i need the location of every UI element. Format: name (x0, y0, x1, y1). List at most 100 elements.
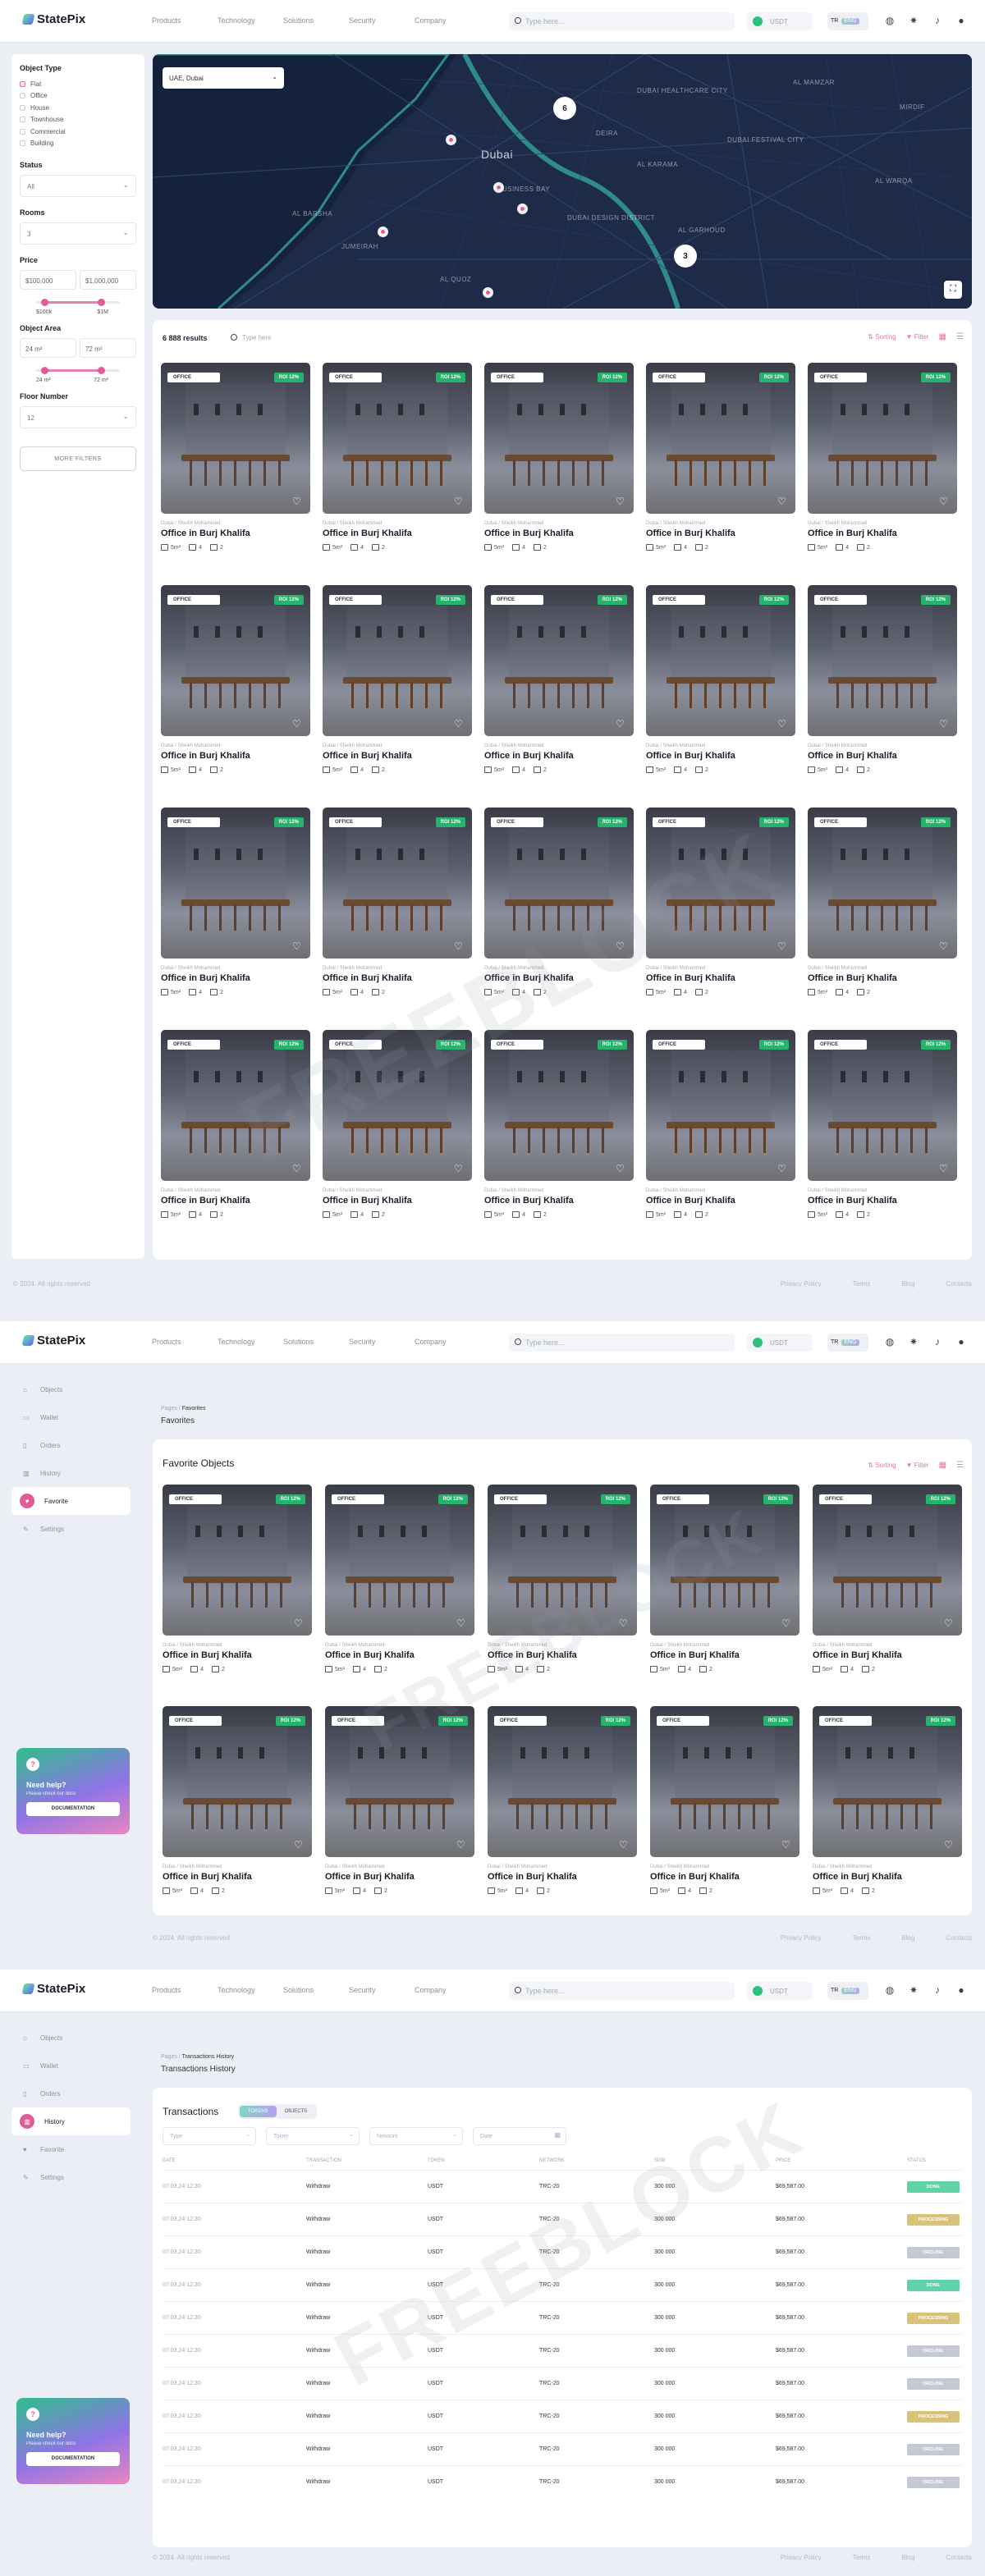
object-image[interactable]: OFFICE ROI 12% ♡ (161, 363, 310, 514)
object-title[interactable]: Office in Burj Khalifa (325, 1872, 475, 1882)
object-image[interactable]: OFFICE ROI 12% ♡ (813, 1706, 962, 1857)
object-title[interactable]: Office in Burj Khalifa (808, 973, 957, 983)
table-row[interactable]: 07.03.24 12:30 Withdraw USDT TRC-20 300 000 $… (163, 2400, 962, 2433)
heart-icon[interactable]: ♡ (781, 1840, 792, 1851)
table-row[interactable]: 07.03.24 12:30 Withdraw USDT TRC-20 300 000 $… (163, 2367, 962, 2400)
map-pin[interactable] (517, 204, 528, 214)
wallet-select[interactable]: USDT (747, 12, 813, 30)
list-view-icon[interactable]: ☰ (956, 332, 964, 341)
object-title[interactable]: Office in Burj Khalifa (650, 1650, 800, 1660)
globe-icon[interactable]: ◍ (883, 1335, 896, 1348)
nav-security[interactable]: Security (349, 1986, 415, 1994)
object-title[interactable]: Office in Burj Khalifa (488, 1872, 638, 1882)
sidebar-item-orders[interactable]: ▯ Orders (11, 2080, 131, 2107)
gear-icon[interactable]: ✷ (907, 14, 920, 27)
listing-search-input[interactable]: Type here (231, 334, 272, 341)
object-title[interactable]: Office in Burj Khalifa (646, 973, 795, 983)
nav-company[interactable]: Company (415, 1986, 480, 1994)
bell-icon[interactable]: ♪ (931, 14, 944, 27)
nav-company[interactable]: Company (415, 1338, 480, 1346)
object-card[interactable]: OFFICE ROI 12% ♡ Dubai / Sheikh Mohammed Off… (808, 1030, 957, 1252)
object-title[interactable]: Office in Burj Khalifa (484, 1196, 634, 1206)
object-card[interactable]: OFFICE ROI 12% ♡ Dubai / Sheikh Mohammed Off… (646, 1030, 795, 1252)
gear-icon[interactable]: ✷ (907, 1983, 920, 1997)
object-title[interactable]: Office in Burj Khalifa (323, 751, 472, 761)
floor-select[interactable]: 12 (20, 406, 136, 428)
heart-icon[interactable]: ♡ (616, 1164, 626, 1174)
nav-solutions[interactable]: Solutions (283, 1986, 349, 1994)
tab-tokens[interactable]: TOKENS (240, 2106, 277, 2117)
object-card[interactable]: OFFICE ROI 12% ♡ Dubai / Sheikh Mohammed Off… (650, 1706, 800, 1928)
heart-icon[interactable]: ♡ (294, 1840, 305, 1851)
globe-icon[interactable]: ◍ (883, 14, 896, 27)
nav-technology[interactable]: Technology (218, 16, 283, 25)
nav-products[interactable]: Products (152, 1338, 218, 1346)
object-image[interactable]: OFFICE ROI 12% ♡ (646, 363, 795, 514)
object-image[interactable]: OFFICE ROI 12% ♡ (808, 363, 957, 514)
sidebar-item-objects[interactable]: ⌂ Objects (11, 1375, 131, 1403)
fullscreen-icon[interactable]: ⛶ (944, 281, 962, 299)
area-slider[interactable]: 24 m² 72 m² (20, 366, 136, 383)
object-card[interactable]: OFFICE ROI 12% ♡ Dubai / Sheikh Mohammed Off… (484, 1030, 634, 1252)
price-min-handle[interactable] (41, 299, 48, 306)
area-min-handle[interactable] (41, 367, 48, 374)
object-title[interactable]: Office in Burj Khalifa (646, 1196, 795, 1206)
heart-icon[interactable]: ♡ (939, 719, 950, 730)
network-select[interactable]: Network (369, 2127, 463, 2145)
header-search-input[interactable]: Type here... (509, 12, 735, 30)
heart-icon[interactable]: ♡ (939, 496, 950, 507)
nav-products[interactable]: Products (152, 16, 218, 25)
heart-icon[interactable]: ♡ (454, 1164, 465, 1174)
object-card[interactable]: OFFICE ROI 12% ♡ Dubai / Sheikh Mohammed Off… (484, 585, 634, 808)
object-image[interactable]: OFFICE ROI 12% ♡ (323, 363, 472, 514)
map-pin[interactable] (446, 135, 456, 145)
globe-icon[interactable]: ◍ (883, 1983, 896, 1997)
object-title[interactable]: Office in Burj Khalifa (808, 751, 957, 761)
table-row[interactable]: 07.03.24 12:30 Withdraw USDT TRC-20 300 000 $… (163, 2432, 962, 2466)
object-image[interactable]: OFFICE ROI 12% ♡ (808, 808, 957, 959)
heart-icon[interactable]: ♡ (944, 1618, 955, 1629)
object-card[interactable]: OFFICE ROI 12% ♡ Dubai / Sheikh Mohammed Off… (646, 585, 795, 808)
footer-link-contacts[interactable]: Contacts (946, 1280, 972, 1288)
object-title[interactable]: Office in Burj Khalifa (161, 528, 310, 538)
map-cluster[interactable]: 3 (674, 245, 697, 268)
header-search-input[interactable]: Type here... (509, 1982, 735, 2000)
heart-icon[interactable]: ♡ (292, 941, 303, 952)
heart-icon[interactable]: ♡ (616, 496, 626, 507)
object-title[interactable]: Office in Burj Khalifa (161, 1196, 310, 1206)
object-title[interactable]: Office in Burj Khalifa (323, 528, 472, 538)
heart-icon[interactable]: ♡ (939, 1164, 950, 1174)
heart-icon[interactable]: ♡ (619, 1840, 630, 1851)
nav-technology[interactable]: Technology (218, 1986, 283, 1994)
heart-icon[interactable]: ♡ (777, 719, 788, 730)
footer-link-blog[interactable]: Blog (901, 2554, 914, 2561)
sidebar-item-wallet[interactable]: ▭ Wallet (11, 2052, 131, 2080)
map[interactable]: UAE, Dubai Dubai DEIRA AL BARSHA JUMEIRA… (153, 54, 972, 309)
object-title[interactable]: Office in Burj Khalifa (161, 751, 310, 761)
user-icon[interactable]: ● (955, 1983, 968, 1997)
language-toggle[interactable]: TR ENG (827, 1982, 868, 2000)
bell-icon[interactable]: ♪ (931, 1335, 944, 1348)
status-select[interactable]: All (20, 175, 136, 197)
sorting-button[interactable]: ⇅ Sorting (868, 333, 896, 341)
heart-icon[interactable]: ♡ (454, 941, 465, 952)
object-card[interactable]: OFFICE ROI 12% ♡ Dubai / Sheikh Mohammed Off… (161, 585, 310, 808)
token-select[interactable]: Token (266, 2127, 360, 2145)
wallet-select[interactable]: USDT (747, 1334, 813, 1352)
checkbox-building[interactable]: Building (20, 138, 136, 150)
date-picker[interactable]: Date (473, 2127, 566, 2145)
object-title[interactable]: Office in Burj Khalifa (163, 1872, 313, 1882)
object-title[interactable]: Office in Burj Khalifa (323, 1196, 472, 1206)
object-title[interactable]: Office in Burj Khalifa (163, 1650, 313, 1660)
object-title[interactable]: Office in Burj Khalifa (161, 973, 310, 983)
object-image[interactable]: OFFICE ROI 12% ♡ (650, 1706, 799, 1857)
object-title[interactable]: Office in Burj Khalifa (813, 1872, 963, 1882)
object-title[interactable]: Office in Burj Khalifa (646, 751, 795, 761)
object-card[interactable]: OFFICE ROI 12% ♡ Dubai / Sheikh Mohammed Off… (323, 585, 472, 808)
heart-icon[interactable]: ♡ (294, 1618, 305, 1629)
sidebar-item-orders[interactable]: ▯ Orders (11, 1431, 131, 1459)
object-card[interactable]: OFFICE ROI 12% ♡ Dubai / Sheikh Mohammed Off… (813, 1485, 963, 1706)
map-pin[interactable] (493, 182, 504, 193)
object-image[interactable]: OFFICE ROI 12% ♡ (161, 808, 310, 959)
wallet-select[interactable]: USDT (747, 1982, 813, 2000)
